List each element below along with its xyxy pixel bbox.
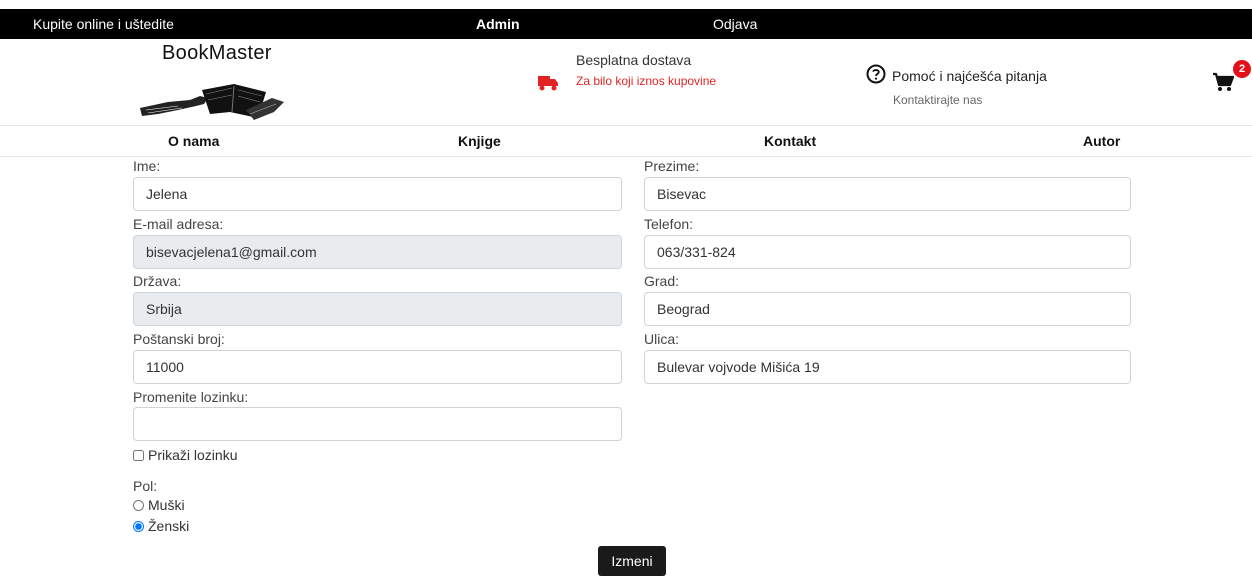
shipping-title: Besplatna dostava xyxy=(576,52,692,68)
header-divider xyxy=(0,125,1252,126)
nav-about[interactable]: O nama xyxy=(168,133,219,149)
gender-option-male[interactable]: Muški xyxy=(133,497,185,513)
gender-female-label: Ženski xyxy=(148,518,190,534)
email-label: E-mail adresa: xyxy=(133,216,224,232)
show-password-checkbox-row[interactable]: Prikaži lozinku xyxy=(133,447,237,463)
gender-option-female[interactable]: Ženski xyxy=(133,518,189,534)
question-circle-icon[interactable] xyxy=(866,64,886,84)
nav-author[interactable]: Autor xyxy=(1083,133,1120,149)
phone-field[interactable] xyxy=(644,235,1131,269)
gender-label: Pol: xyxy=(133,478,158,494)
admin-link[interactable]: Admin xyxy=(476,16,520,32)
last-name-field[interactable] xyxy=(644,177,1131,211)
shipping-subtitle: Za bilo koji iznos kupovine xyxy=(576,74,717,88)
phone-label: Telefon: xyxy=(644,216,694,232)
city-label: Grad: xyxy=(644,273,680,289)
nav-contact[interactable]: Kontakt xyxy=(764,133,816,149)
promo-text: Kupite online i uštedite xyxy=(33,16,174,32)
logout-link[interactable]: Odjava xyxy=(713,16,757,32)
first-name-label: Ime: xyxy=(133,158,161,174)
gender-male-label: Muški xyxy=(148,497,185,513)
street-label: Ulica: xyxy=(644,331,680,347)
last-name-label: Prezime: xyxy=(644,158,700,174)
truck-icon xyxy=(538,76,558,91)
cart-count-badge: 2 xyxy=(1233,60,1251,78)
first-name-field[interactable] xyxy=(133,177,622,211)
shopping-cart-icon[interactable] xyxy=(1212,72,1234,92)
postal-code-label: Poštanski broj: xyxy=(133,331,225,347)
password-label: Promenite lozinku: xyxy=(133,389,249,405)
update-button[interactable]: Izmeni xyxy=(598,546,666,576)
country-label: Država: xyxy=(133,273,182,289)
nav-books[interactable]: Knjige xyxy=(458,133,501,149)
logo-image[interactable] xyxy=(138,68,288,124)
logo-text[interactable]: BookMaster xyxy=(162,42,272,65)
nav-divider xyxy=(0,156,1252,157)
country-field[interactable] xyxy=(133,292,622,326)
postal-code-field[interactable] xyxy=(133,350,622,384)
gender-radio-female[interactable] xyxy=(133,520,144,532)
password-field[interactable] xyxy=(133,407,622,441)
show-password-label: Prikaži lozinku xyxy=(148,447,238,463)
top-bar: Kupite online i uštedite Admin Odjava xyxy=(0,9,1252,39)
email-field[interactable] xyxy=(133,235,622,269)
help-title[interactable]: Pomoć i najćešća pitanja xyxy=(892,68,1047,84)
city-field[interactable] xyxy=(644,292,1131,326)
show-password-checkbox[interactable] xyxy=(133,449,144,461)
street-field[interactable] xyxy=(644,350,1131,384)
gender-radio-male[interactable] xyxy=(133,499,144,511)
contact-us-link[interactable]: Kontaktirajte nas xyxy=(893,93,982,107)
